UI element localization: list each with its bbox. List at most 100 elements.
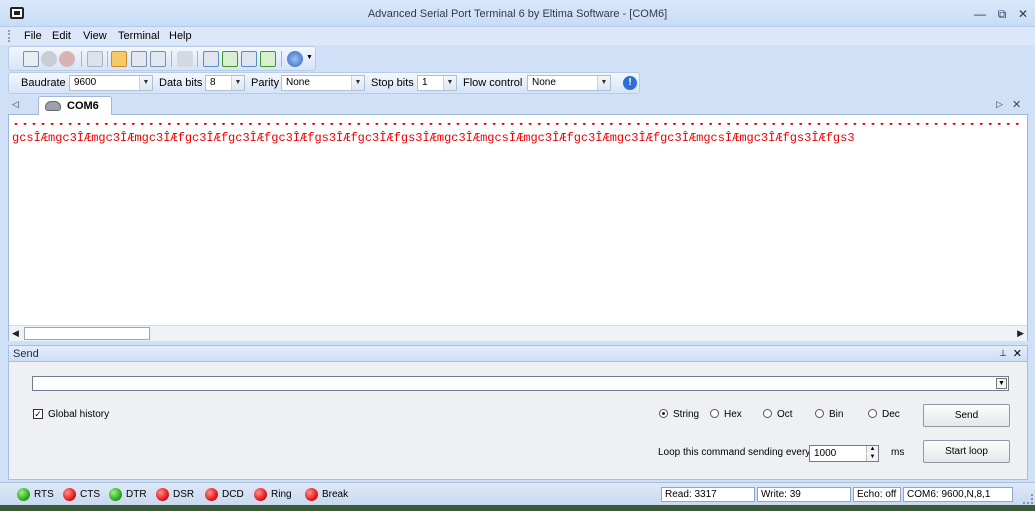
parity-select[interactable]: None ▼: [281, 75, 365, 91]
format-bin-radio[interactable]: [815, 409, 824, 418]
menu-help[interactable]: Help: [169, 30, 192, 42]
break-label: Break: [322, 489, 349, 500]
title-bar: Advanced Serial Port Terminal 6 by Eltim…: [0, 0, 1035, 27]
menu-edit[interactable]: Edit: [52, 30, 71, 42]
horizontal-scrollbar[interactable]: ◀ ▶: [9, 325, 1027, 341]
echo-status: Echo: off: [853, 487, 901, 502]
stopbits-select[interactable]: 1 ▼: [417, 75, 457, 91]
baudrate-label: Baudrate: [21, 77, 66, 89]
view-table-icon[interactable]: [150, 51, 166, 67]
format-oct-radio[interactable]: [763, 409, 772, 418]
send-button[interactable]: Send: [923, 404, 1010, 427]
dcd-label: DCD: [222, 489, 244, 500]
send-panel-header: Send ⊥ ✕: [8, 345, 1028, 362]
tab-bar: ◁ COM6 ▷ ✕: [8, 96, 1028, 115]
main-toolbar: ▼: [8, 46, 316, 71]
info-icon[interactable]: !: [623, 76, 637, 90]
new-session-icon[interactable]: [23, 51, 39, 67]
chevron-down-icon[interactable]: ▼: [231, 76, 244, 90]
receive-file-icon[interactable]: [222, 51, 238, 67]
databits-select[interactable]: 8 ▼: [205, 75, 245, 91]
view-text-icon[interactable]: [111, 51, 127, 67]
terminal-text: gcsÎÆmgc3ÎÆmgc3ÎÆmgc3ÎÆfgc3ÎÆfgc3ÎÆfgc3Î…: [12, 131, 855, 145]
loop-interval-stepper[interactable]: 1000 ▲ ▼: [809, 445, 879, 462]
write-counter: Write: 39: [757, 487, 851, 502]
copy-icon[interactable]: [87, 51, 103, 67]
help-icon[interactable]: [287, 51, 303, 67]
menu-bar: File Edit View Terminal Help: [0, 27, 1035, 45]
start-loop-button[interactable]: Start loop: [923, 440, 1010, 463]
minimize-icon[interactable]: —: [970, 6, 990, 22]
databits-label: Data bits: [159, 77, 203, 89]
format-string-label: String: [673, 409, 700, 420]
global-history-checkbox[interactable]: ✓: [33, 409, 43, 419]
port-config-status: COM6: 9600,N,8,1: [903, 487, 1013, 502]
chevron-down-icon[interactable]: ▼: [306, 54, 313, 61]
scrollbar-thumb[interactable]: [24, 327, 150, 340]
menu-grip: [8, 30, 11, 42]
stopbits-label: Stop bits: [371, 77, 414, 89]
status-bar: RTS CTS DTR DSR DCD Ring Break Read: 331…: [0, 482, 1035, 505]
format-dec-radio[interactable]: [868, 409, 877, 418]
send-input[interactable]: ▼: [32, 376, 1009, 391]
global-history-label: Global history: [48, 409, 110, 420]
format-bin-label: Bin: [829, 409, 844, 420]
tab-close-icon[interactable]: ✕: [1012, 98, 1021, 111]
view-hex-icon[interactable]: [131, 51, 147, 67]
tab-scroll-left-icon[interactable]: ◁: [12, 99, 19, 110]
rts-led-icon[interactable]: [17, 488, 30, 501]
ms-label: ms: [891, 447, 905, 458]
close-icon[interactable]: ✕: [1013, 347, 1022, 360]
flow-control-select[interactable]: None ▼: [527, 75, 611, 91]
format-oct-label: Oct: [777, 409, 793, 420]
dsr-led-icon: [156, 488, 169, 501]
terminal-dots: ••••••••••••••••••••••••••••••••••••••••…: [13, 123, 1023, 127]
send-file-icon[interactable]: [203, 51, 219, 67]
baudrate-select[interactable]: 9600 ▼: [69, 75, 153, 91]
dtr-label: DTR: [126, 489, 147, 500]
ring-label: Ring: [271, 489, 292, 500]
chevron-down-icon[interactable]: ▼: [139, 76, 152, 90]
stepper-down-icon[interactable]: ▼: [866, 454, 878, 461]
dtr-led-icon[interactable]: [109, 488, 122, 501]
close-port-icon[interactable]: [59, 51, 75, 67]
desktop-strip: [0, 505, 1035, 511]
ring-led-icon: [254, 488, 267, 501]
chevron-down-icon[interactable]: ▼: [597, 76, 610, 90]
cts-label: CTS: [80, 489, 100, 500]
restore-icon[interactable]: ⧉: [992, 6, 1012, 22]
tab-com6[interactable]: COM6: [38, 96, 112, 115]
menu-terminal[interactable]: Terminal: [118, 30, 160, 42]
format-hex-radio[interactable]: [710, 409, 719, 418]
send-panel-title: Send: [13, 348, 39, 360]
tab-scroll-right-icon[interactable]: ▷: [996, 99, 1003, 110]
resize-grip-icon[interactable]: [1023, 494, 1033, 504]
pin-icon[interactable]: ⊥: [999, 348, 1007, 359]
scroll-right-icon[interactable]: ▶: [1017, 328, 1024, 339]
upload-icon[interactable]: [241, 51, 257, 67]
download-icon[interactable]: [260, 51, 276, 67]
clear-icon[interactable]: [177, 51, 193, 67]
dcd-led-icon: [205, 488, 218, 501]
terminal-output[interactable]: ••••••••••••••••••••••••••••••••••••••••…: [8, 115, 1028, 341]
chevron-down-icon[interactable]: ▼: [351, 76, 364, 90]
format-hex-label: Hex: [724, 409, 742, 420]
format-string-radio[interactable]: [659, 409, 668, 418]
read-counter: Read: 3317: [661, 487, 755, 502]
loop-label: Loop this command sending every: [658, 447, 811, 458]
window-title: Advanced Serial Port Terminal 6 by Eltim…: [367, 8, 668, 20]
break-led-icon[interactable]: [305, 488, 318, 501]
cts-led-icon: [63, 488, 76, 501]
menu-view[interactable]: View: [83, 30, 107, 42]
chevron-down-icon[interactable]: ▼: [996, 378, 1007, 389]
menu-file[interactable]: File: [24, 30, 42, 42]
rts-label: RTS: [34, 489, 54, 500]
chevron-down-icon[interactable]: ▼: [443, 76, 456, 90]
stepper-up-icon[interactable]: ▲: [866, 446, 878, 453]
parity-label: Parity: [251, 77, 280, 89]
format-dec-label: Dec: [882, 409, 900, 420]
send-panel: ▼ ✓ Global history String Hex Oct Bin De…: [8, 362, 1028, 480]
open-port-icon[interactable]: [41, 51, 57, 67]
scroll-left-icon[interactable]: ◀: [12, 328, 19, 339]
close-icon[interactable]: ✕: [1013, 6, 1033, 22]
